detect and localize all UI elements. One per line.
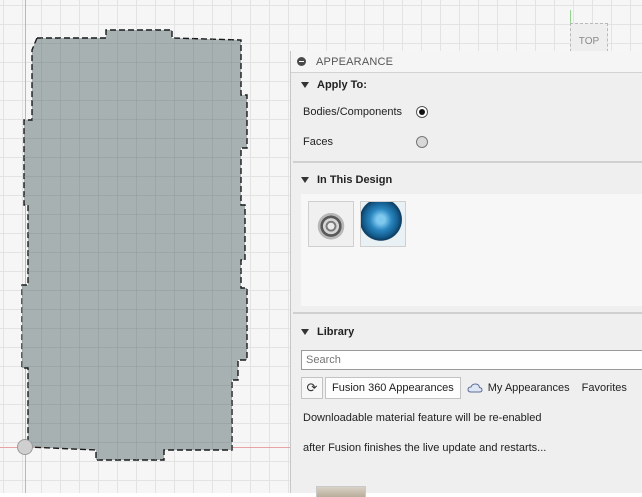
section-heading: Library <box>317 326 355 338</box>
origin-point[interactable] <box>17 439 33 455</box>
tab-fusion-360-appearances[interactable]: Fusion 360 Appearances <box>325 377 461 399</box>
refresh-icon: ⟳ <box>306 380 318 395</box>
option-label: Faces <box>303 136 333 148</box>
tab-label: My Appearances <box>487 382 570 394</box>
refresh-button[interactable]: ⟳ <box>301 377 323 399</box>
library-tabs: ⟳ Fusion 360 Appearances My Appearances … <box>301 376 642 400</box>
tab-my-appearances[interactable]: My Appearances <box>461 377 576 399</box>
search-input[interactable] <box>301 350 642 370</box>
status-message-line-1: Downloadable material feature will be re… <box>303 412 542 424</box>
glass-material-thumbnail[interactable] <box>360 201 406 247</box>
radio-bodies-components[interactable] <box>416 106 428 118</box>
panel-title: APPEARANCE <box>316 55 394 68</box>
section-library[interactable]: Library <box>291 320 642 344</box>
option-faces[interactable]: Faces <box>291 127 642 157</box>
cloud-icon <box>467 383 483 393</box>
panel-header: APPEARANCE <box>291 51 642 73</box>
tab-label: Favorites <box>581 382 627 394</box>
collapse-icon[interactable] <box>297 57 306 66</box>
option-bodies-components[interactable]: Bodies/Components <box>291 97 642 127</box>
status-message-line-2: after Fusion finishes the live update an… <box>303 442 547 454</box>
section-heading: Apply To: <box>317 79 367 91</box>
divider <box>293 161 642 163</box>
section-apply-to[interactable]: Apply To: <box>291 73 642 97</box>
design-appearances-box <box>301 194 642 306</box>
library-material-thumbnail[interactable] <box>316 486 366 497</box>
tab-label: Fusion 360 Appearances <box>332 382 454 394</box>
section-heading: In This Design <box>317 174 393 186</box>
radio-faces[interactable] <box>416 136 428 148</box>
metal-material-thumbnail[interactable] <box>308 201 354 247</box>
expand-triangle-icon <box>301 82 309 88</box>
viewcube-axis-line <box>570 10 571 24</box>
tab-favorites[interactable]: Favorites <box>576 377 633 399</box>
option-label: Bodies/Components <box>303 106 403 118</box>
expand-triangle-icon <box>301 177 309 183</box>
divider <box>293 312 642 314</box>
expand-triangle-icon <box>301 329 309 335</box>
section-in-this-design[interactable]: In This Design <box>291 168 642 192</box>
appearance-panel: APPEARANCE Apply To: Bodies/Components F… <box>290 51 642 497</box>
